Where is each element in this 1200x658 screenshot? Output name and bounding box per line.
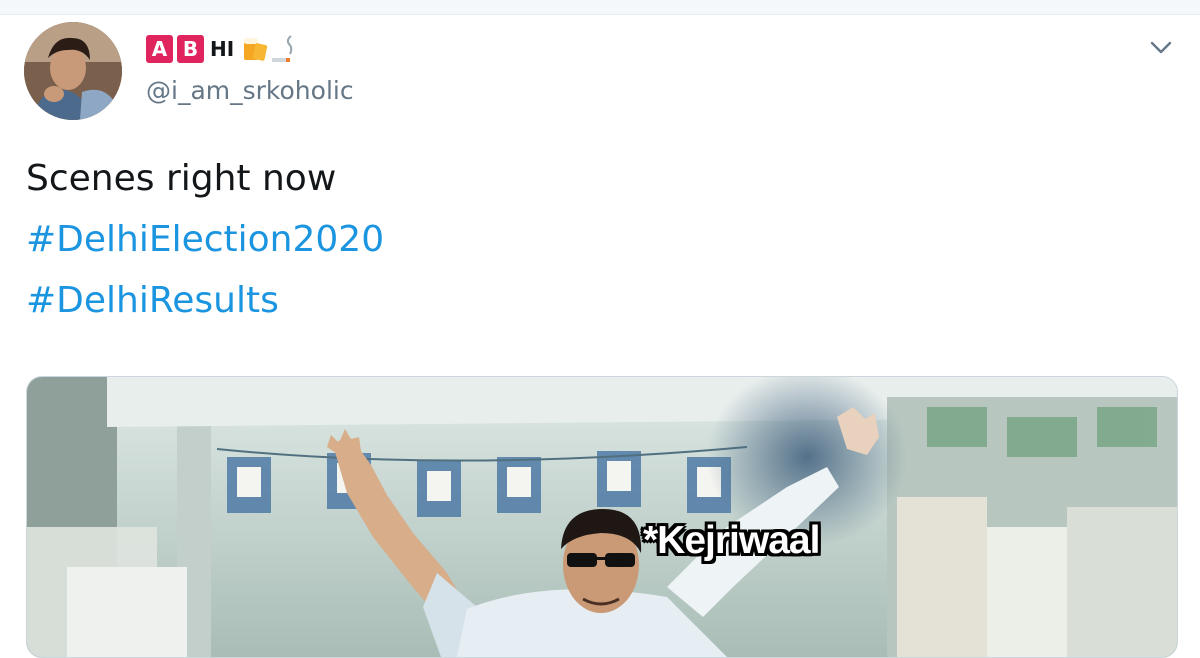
tweet-media[interactable]: *Kejriwaal — [26, 376, 1178, 658]
display-name[interactable]: A B HI — [146, 32, 300, 66]
tweet-text: Scenes right now #DelhiElection2020 #Del… — [26, 148, 384, 331]
name-letter-badge: A — [146, 35, 173, 63]
avatar[interactable] — [24, 22, 122, 120]
chevron-down-icon[interactable] — [1148, 38, 1174, 58]
media-image — [27, 377, 1177, 657]
top-border — [0, 0, 1200, 15]
name-text: HI — [210, 37, 235, 61]
name-letter-badge: B — [177, 35, 204, 63]
hashtag-link-delhi-election-2020[interactable]: #DelhiElection2020 — [26, 209, 384, 270]
hashtag-link-delhi-results[interactable]: #DelhiResults — [26, 270, 384, 331]
user-handle[interactable]: @i_am_srkoholic — [146, 76, 354, 105]
meme-caption: *Kejriwaal — [643, 519, 820, 562]
tweet-text-line: Scenes right now — [26, 158, 337, 199]
beer-mugs-icon — [244, 35, 293, 62]
avatar-image — [24, 22, 122, 120]
